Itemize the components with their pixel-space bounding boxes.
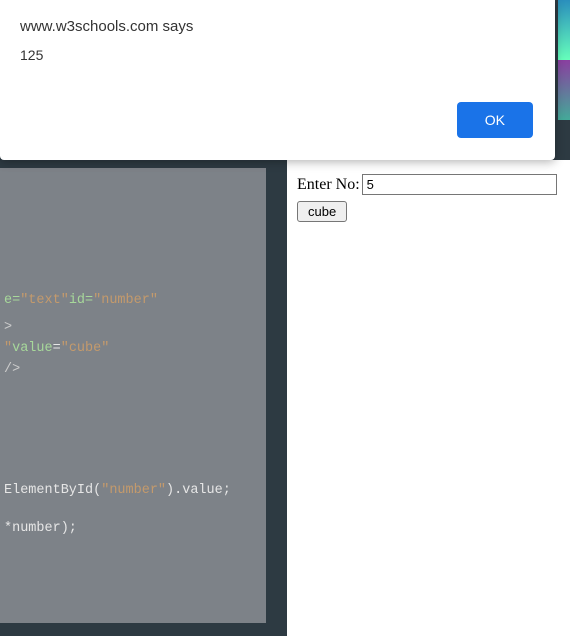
workspace-split: e= "text" id= "number" > " value = "cube… xyxy=(0,160,570,636)
number-input[interactable] xyxy=(362,174,557,195)
input-row: Enter No: xyxy=(297,174,560,195)
code-editor[interactable]: e= "text" id= "number" > " value = "cube… xyxy=(0,168,276,623)
alert-ok-button[interactable]: OK xyxy=(457,102,533,138)
alert-message-text: 125 xyxy=(20,47,535,63)
code-token: = xyxy=(53,332,61,366)
code-token: "text" xyxy=(20,284,69,318)
code-token: /> xyxy=(4,353,20,387)
result-pane: Enter No: cube xyxy=(286,160,570,636)
code-token: ).value; xyxy=(166,474,231,508)
sidebar-thumbnail xyxy=(558,0,570,60)
code-token: ElementById( xyxy=(4,474,101,508)
code-token: id= xyxy=(69,284,93,318)
code-token: "cube" xyxy=(61,332,110,366)
alert-dialog: www.w3schools.com says 125 OK xyxy=(0,0,555,160)
code-token: *number); xyxy=(4,512,77,546)
code-content: e= "text" id= "number" > " value = "cube… xyxy=(0,168,231,540)
code-token: "number" xyxy=(101,474,166,508)
code-editor-pane: e= "text" id= "number" > " value = "cube… xyxy=(0,160,286,636)
input-label: Enter No: xyxy=(297,176,360,194)
code-token: "number" xyxy=(93,284,158,318)
alert-origin-text: www.w3schools.com says xyxy=(20,18,535,35)
sidebar-thumbnail xyxy=(558,60,570,120)
cube-button[interactable]: cube xyxy=(297,201,347,222)
